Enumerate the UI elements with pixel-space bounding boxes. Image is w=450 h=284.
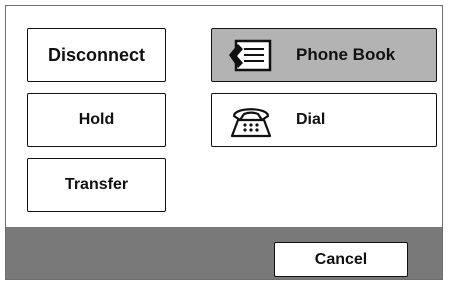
transfer-button[interactable]: Transfer — [27, 158, 166, 212]
cancel-label: Cancel — [314, 250, 368, 268]
phone-book-button[interactable]: Phone Book — [211, 28, 437, 82]
dial-label: Dial — [296, 111, 326, 128]
phone-menu-panel: Disconnect Hold Transfer Phone Book Dial… — [5, 5, 443, 280]
hold-label: Hold — [78, 111, 115, 128]
transfer-label: Transfer — [64, 176, 129, 193]
telephone-icon — [230, 108, 272, 138]
disconnect-label: Disconnect — [47, 44, 146, 65]
dial-button[interactable]: Dial — [211, 93, 437, 147]
phone-book-icon — [229, 39, 272, 72]
phone-book-label: Phone Book — [296, 45, 396, 64]
cancel-button[interactable]: Cancel — [274, 242, 408, 277]
disconnect-button[interactable]: Disconnect — [27, 28, 166, 82]
footer-bar: Cancel — [6, 227, 442, 279]
hold-button[interactable]: Hold — [27, 93, 166, 147]
